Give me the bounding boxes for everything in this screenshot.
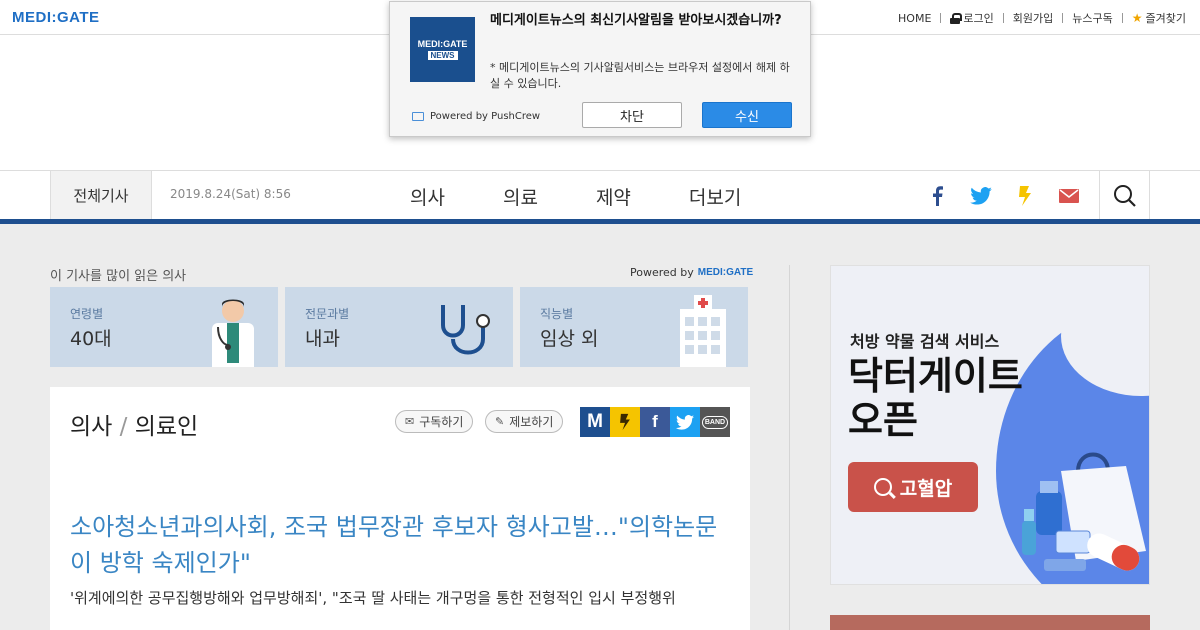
all-articles-button[interactable]: 전체기사 <box>50 171 152 220</box>
main-nav: 전체기사 2019.8.24(Sat) 8:56 의사 의료 제약 더보기 <box>0 170 1200 220</box>
section-separator: / <box>119 414 128 440</box>
pills-illustration-icon <box>1022 452 1146 571</box>
share-medigate-icon[interactable]: M <box>580 407 610 437</box>
site-logo[interactable]: MEDI:GATE <box>12 9 100 26</box>
nav-item-medical[interactable]: 의료 <box>503 183 538 210</box>
pushcrew-icon <box>412 112 424 121</box>
login-label: 로그인 <box>963 12 994 25</box>
stethoscope-icon <box>437 303 497 365</box>
home-link[interactable]: HOME <box>898 12 931 25</box>
nav-underline <box>0 219 1200 224</box>
report-label: 제보하기 <box>509 415 554 429</box>
favorite-label: 즐겨찾기 <box>1145 12 1186 25</box>
popup-logo: MEDI:GATE NEWS <box>410 17 475 82</box>
kakaostory-icon[interactable] <box>1013 184 1037 208</box>
divider <box>1062 13 1064 23</box>
share-facebook-icon[interactable]: f <box>640 407 670 437</box>
subscribe-button[interactable]: ✉ 구독하기 <box>395 410 474 433</box>
divider <box>1002 13 1004 23</box>
nav-menu: 의사 의료 제약 더보기 <box>410 183 799 210</box>
share-band-icon[interactable]: BAND <box>700 407 730 437</box>
ad-search-button[interactable]: 고혈압 <box>848 462 978 512</box>
popup-logo-line1: MEDI:GATE <box>417 39 468 49</box>
push-notification-popup: MEDI:GATE NEWS 메디게이트뉴스의 최신기사알림을 받아보시겠습니까… <box>389 1 811 137</box>
twitter-icon[interactable] <box>969 184 993 208</box>
stat-label: 전문과별 <box>305 307 350 321</box>
hospital-icon <box>680 295 726 367</box>
stat-specialty: 전문과별 내과 <box>285 287 513 367</box>
readers-powered: Powered by MEDI:GATE <box>630 266 753 279</box>
mail-icon[interactable] <box>1057 184 1081 208</box>
popup-title: 메디게이트뉴스의 최신기사알림을 받아보시겠습니까? <box>490 13 782 28</box>
block-button[interactable]: 차단 <box>582 102 682 128</box>
popup-logo-line2: NEWS <box>427 51 458 60</box>
stat-label: 직능별 <box>540 307 574 321</box>
ad-banner[interactable]: 처방 약물 검색 서비스 닥터게이트 오픈 고혈압 <box>830 265 1150 585</box>
popup-powered-by[interactable]: Powered by PushCrew <box>412 111 540 122</box>
search-button[interactable] <box>1099 171 1150 220</box>
nav-item-doctor[interactable]: 의사 <box>410 183 445 210</box>
ad-banner-secondary[interactable] <box>830 615 1150 630</box>
popup-description: * 메디게이트뉴스의 기사알림서비스는 브라우저 설정에서 해제 하실 수 있습… <box>490 61 790 90</box>
readers-heading: 이 기사를 많이 읽은 의사 <box>50 269 187 284</box>
accept-button[interactable]: 수신 <box>702 102 792 128</box>
nav-item-pharma[interactable]: 제약 <box>596 183 631 210</box>
article-headline[interactable]: 소아청소년과의사회, 조국 법무장관 후보자 형사고발…"의학논문이 방학 숙제… <box>70 509 730 581</box>
section-title: 의사 / 의료인 <box>70 407 198 441</box>
column-divider <box>789 265 790 630</box>
stat-value: 내과 <box>305 328 340 350</box>
current-date: 2019.8.24(Sat) 8:56 <box>170 187 291 201</box>
login-link[interactable]: 로그인 <box>950 10 994 26</box>
share-buttons: M f BAND <box>580 407 730 437</box>
subscribe-label: 구독하기 <box>419 415 464 429</box>
report-button[interactable]: ✎ 제보하기 <box>485 410 564 433</box>
section-main[interactable]: 의사 <box>70 414 112 440</box>
powered-brand: MEDI:GATE <box>697 267 754 278</box>
search-icon <box>1113 184 1136 207</box>
section-sub[interactable]: 의료인 <box>135 414 198 440</box>
stat-label: 연령별 <box>70 307 104 321</box>
pencil-icon: ✎ <box>495 415 505 428</box>
search-icon <box>873 478 892 496</box>
nav-item-more[interactable]: 더보기 <box>689 183 741 210</box>
newsletter-link[interactable]: 뉴스구독 <box>1072 10 1112 26</box>
powered-prefix: Powered by <box>630 266 694 279</box>
stat-job: 직능별 임상 외 <box>520 287 748 367</box>
envelope-icon: ✉ <box>405 415 415 428</box>
share-kakaostory-icon[interactable] <box>610 407 640 437</box>
doctor-icon <box>206 293 260 367</box>
article-card: 의사 / 의료인 ✉ 구독하기 ✎ 제보하기 M f BAND 소아청소년과의사… <box>50 387 750 630</box>
band-label: BAND <box>701 415 729 429</box>
divider <box>940 13 942 23</box>
stat-value: 40대 <box>70 328 112 350</box>
popup-powered-label: Powered by PushCrew <box>430 111 541 122</box>
lock-icon <box>950 12 963 24</box>
facebook-icon[interactable] <box>925 184 949 208</box>
stat-value: 임상 외 <box>540 328 599 350</box>
ad-button-label: 고혈압 <box>899 477 953 500</box>
favorite-link[interactable]: ★ 즐겨찾기 <box>1132 10 1186 26</box>
stat-age: 연령별 40대 <box>50 287 278 367</box>
share-twitter-icon[interactable] <box>670 407 700 437</box>
ad-title: 닥터게이트 오픈 <box>848 354 1023 442</box>
ad-title-line2: 오픈 <box>848 398 918 442</box>
star-icon: ★ <box>1131 11 1143 25</box>
social-links <box>925 184 1101 208</box>
signup-link[interactable]: 회원가입 <box>1013 10 1053 26</box>
divider <box>1121 13 1123 23</box>
top-links: HOME 로그인 회원가입 뉴스구독 ★ 즐겨찾기 <box>898 10 1186 26</box>
article-subhead: '위계에의한 공무집행방해와 업무방해죄', "조국 딸 사태는 개구멍을 통한… <box>70 589 676 607</box>
ad-title-line1: 닥터게이트 <box>848 354 1023 398</box>
ad-subtitle: 처방 약물 검색 서비스 <box>850 332 1000 351</box>
